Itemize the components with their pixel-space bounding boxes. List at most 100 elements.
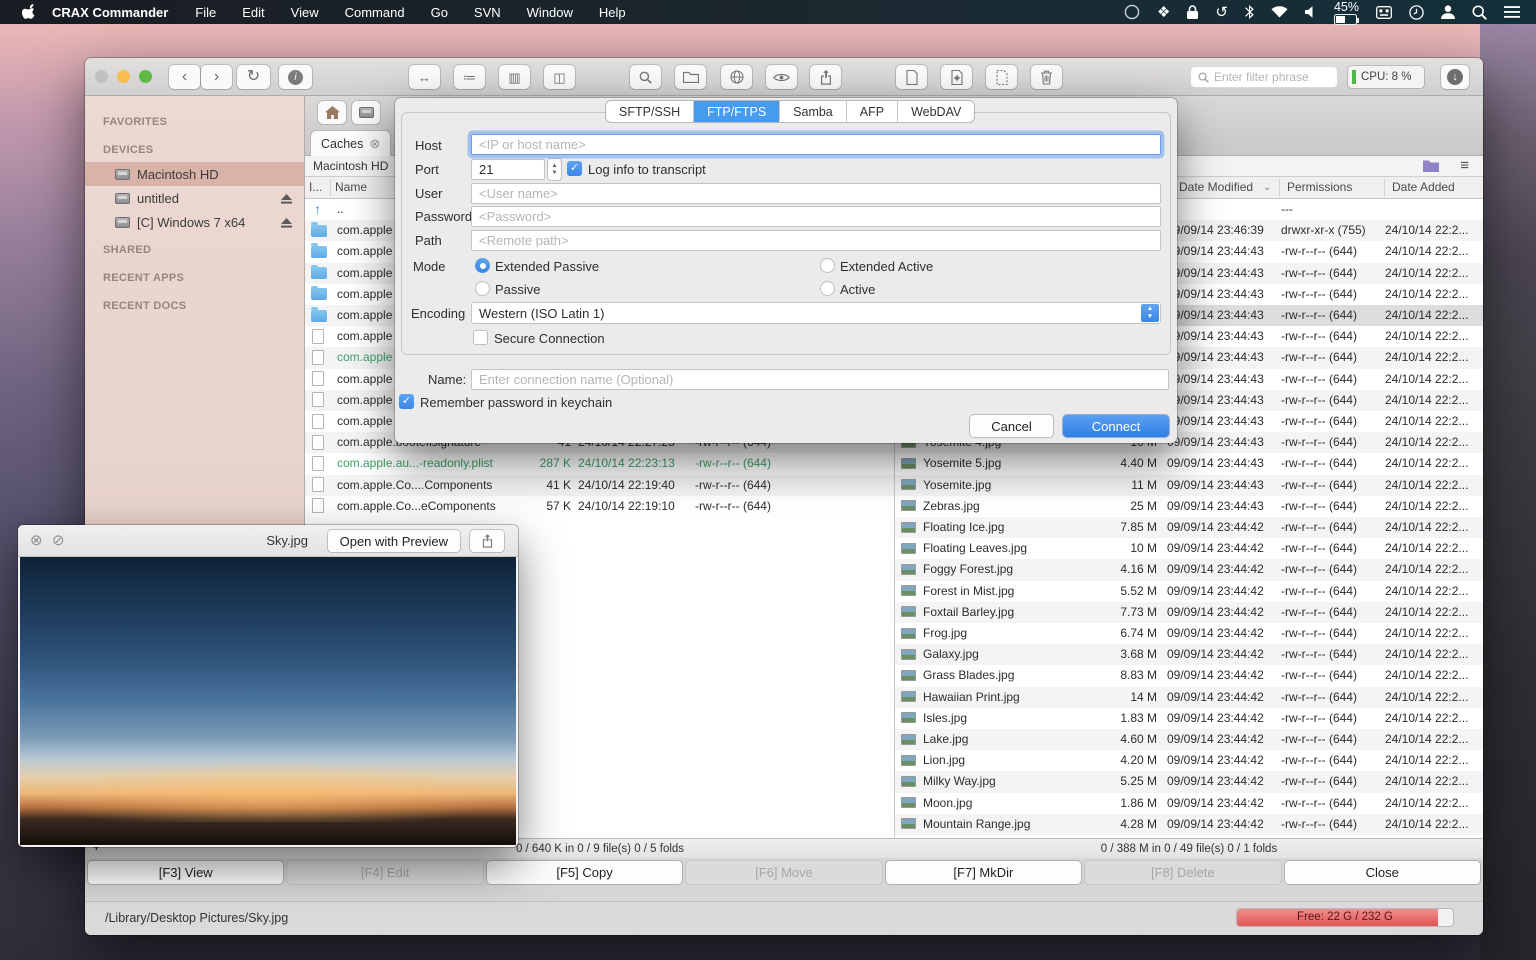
menu-go[interactable]: Go [418,5,461,20]
file-row[interactable]: Frog.jpg6.74 M09/09/14 23:44:42-rw-r--r-… [895,623,1483,644]
function-button--f5-copy[interactable]: [F5] Copy [487,861,682,884]
log-transcript-checkbox[interactable]: ✓ [567,161,582,176]
zoom-window-button[interactable] [139,70,152,83]
mode-radio-active[interactable] [820,281,835,296]
tab-close-icon[interactable]: ⊗ [369,136,380,152]
menu-file[interactable]: File [182,5,229,20]
file-row[interactable]: Zebras.jpg25 M09/09/14 23:44:43-rw-r--r-… [895,496,1483,517]
mode-radio-extended-passive[interactable] [475,258,490,273]
file-row[interactable]: Floating Leaves.jpg10 M09/09/14 23:44:42… [895,538,1483,559]
function-button--f7-mkdir[interactable]: [F7] MkDir [886,861,1081,884]
queue-download-button[interactable]: ↓ [1441,65,1469,89]
protocol-tab-afp[interactable]: AFP [847,101,898,122]
protocol-tab-samba[interactable]: Samba [780,101,847,122]
password-input[interactable]: <Password> [471,206,1161,227]
file-row[interactable]: Foggy Forest.jpg4.16 M09/09/14 23:44:42-… [895,559,1483,580]
path-input[interactable]: <Remote path> [471,230,1161,251]
file-row[interactable]: com.apple.Co...eComponents57 K24/10/14 2… [305,496,895,517]
volumes-location-button[interactable] [352,101,380,124]
mode-radio-extended-active[interactable] [820,258,835,273]
notification-center-icon[interactable] [1504,6,1520,18]
sidebar-item-macintosh-hd[interactable]: Macintosh HD [85,162,304,186]
swap-panels-button[interactable]: ↔ [409,65,440,89]
copy-file-button[interactable] [896,65,927,89]
file-row[interactable]: Hawaiian Print.jpg14 M09/09/14 23:44:42-… [895,687,1483,708]
trash-button[interactable] [1031,65,1062,89]
forward-button[interactable]: › [201,65,232,89]
list-options-button[interactable]: ≔ [454,65,485,89]
cancel-button[interactable]: Cancel [970,415,1053,437]
edit-file-button[interactable] [941,65,972,89]
menu-edit[interactable]: Edit [229,5,277,20]
apple-menu-icon[interactable] [14,4,44,20]
eject-icon[interactable] [281,216,292,231]
info-button[interactable]: i [279,65,312,89]
sidebar-item--c-windows-7-x64[interactable]: [C] Windows 7 x64 [85,210,304,234]
share-button[interactable] [810,65,841,89]
menu-svn[interactable]: SVN [461,5,514,20]
protocol-tab-sftp-ssh[interactable]: SFTP/SSH [606,101,694,122]
file-row[interactable]: com.apple.au...-readonly.plist287 K24/10… [305,453,895,474]
close-window-button[interactable] [95,70,108,83]
open-with-preview-button[interactable]: Open with Preview [328,530,460,552]
list-view-icon[interactable]: ≡ [1460,157,1469,174]
left-col-name[interactable]: Name [335,180,367,194]
battery-icon[interactable] [1334,14,1357,25]
time-machine-icon[interactable]: ↺ [1215,5,1228,20]
menu-command[interactable]: Command [332,5,418,20]
file-row[interactable]: Isles.jpg1.83 M09/09/14 23:44:42-rw-r--r… [895,708,1483,729]
protocol-tab-webdav[interactable]: WebDAV [898,101,974,122]
columns-view-button[interactable]: ◫ [544,65,575,89]
filter-input[interactable]: Enter filter phrase [1190,66,1338,88]
preview-eye-button[interactable] [766,65,797,89]
dropbox-icon[interactable]: ❖ [1157,5,1170,20]
sidebar-view-button[interactable]: ▥ [499,65,530,89]
protocol-tab-ftp-ftps[interactable]: FTP/FTPS [694,101,780,122]
file-row[interactable]: Grass Blades.jpg8.83 M09/09/14 23:44:42-… [895,665,1483,686]
eject-icon[interactable] [281,192,292,207]
menu-app-name[interactable]: CRAX Commander [44,5,182,20]
connection-name-input[interactable]: Enter connection name (Optional) [471,369,1169,390]
wifi-icon[interactable] [1271,6,1288,18]
folder-view-icon[interactable] [1423,159,1439,175]
file-row[interactable]: Moon.jpg1.86 M09/09/14 23:44:42-rw-r--r-… [895,793,1483,814]
secure-connection-checkbox[interactable] [473,330,488,345]
file-row[interactable]: Floating Ice.jpg7.85 M09/09/14 23:44:42-… [895,517,1483,538]
left-col-icon[interactable]: I... [309,180,322,194]
file-row[interactable]: Yosemite 5.jpg4.40 M09/09/14 23:44:43-rw… [895,453,1483,474]
file-row[interactable]: Galaxy.jpg3.68 M09/09/14 23:44:42-rw-r--… [895,644,1483,665]
input-source-icon[interactable] [1376,6,1392,19]
host-input[interactable]: <IP or host name> [471,134,1161,155]
user-input[interactable]: <User name> [471,183,1161,204]
function-button-close[interactable]: Close [1285,861,1480,884]
refresh-button[interactable]: ↻ [237,65,270,89]
file-row[interactable]: Mountain Range.jpg4.28 M09/09/14 23:44:4… [895,814,1483,835]
file-row[interactable]: com.apple.Co....Components41 K24/10/14 2… [305,475,895,496]
file-row[interactable]: Lake.jpg4.60 M09/09/14 23:44:42-rw-r--r-… [895,729,1483,750]
sidebar-item-untitled[interactable]: untitled [85,186,304,210]
menu-view[interactable]: View [278,5,332,20]
file-row[interactable]: Lion.jpg4.20 M09/09/14 23:44:42-rw-r--r-… [895,750,1483,771]
spotlight-search-icon[interactable] [1472,5,1487,20]
file-row[interactable]: Foxtail Barley.jpg7.73 M09/09/14 23:44:4… [895,602,1483,623]
menu-help[interactable]: Help [586,5,639,20]
file-row[interactable]: Forest in Mist.jpg5.52 M09/09/14 23:44:4… [895,581,1483,602]
tab-caches[interactable]: Caches ⊗ [310,130,391,156]
encoding-select[interactable]: Western (ISO Latin 1) ▲▼ [471,302,1161,324]
app-shape-icon[interactable] [1124,4,1140,20]
volume-icon[interactable] [1305,6,1317,18]
right-col-permissions[interactable]: Permissions [1287,180,1352,194]
clock-icon[interactable] [1409,5,1424,20]
user-icon[interactable] [1441,5,1455,19]
mode-radio-passive[interactable] [475,281,490,296]
file-row[interactable]: Milky Way.jpg5.25 M09/09/14 23:44:42-rw-… [895,771,1483,792]
search-button[interactable] [630,65,661,89]
lock-icon[interactable] [1187,5,1198,19]
remember-password-checkbox[interactable]: ✓ [399,394,414,409]
function-button--f3-view[interactable]: [F3] View [88,861,283,884]
new-file-button[interactable] [986,65,1017,89]
port-input[interactable]: 21 [471,159,545,180]
port-stepper[interactable]: ▲▼ [548,159,561,180]
network-button[interactable] [721,65,752,89]
connect-button[interactable]: Connect [1063,415,1169,437]
